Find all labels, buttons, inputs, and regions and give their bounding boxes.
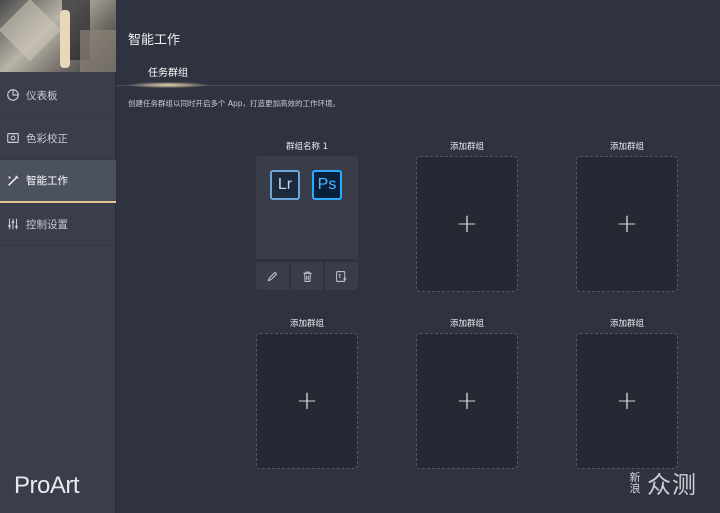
launch-icon	[336, 270, 347, 282]
sidebar: 仪表板 色彩校正 智能工作 控制设置 ProArt	[0, 0, 116, 513]
control-settings-icon	[4, 216, 22, 232]
launch-group-button[interactable]	[325, 262, 359, 290]
add-group-label: 添加群组	[609, 319, 644, 329]
group-toolbar	[256, 262, 359, 290]
plus-icon: +	[456, 386, 478, 416]
plus-icon: +	[296, 386, 318, 416]
color-calibration-icon	[4, 130, 22, 146]
task-group-card[interactable]: Lr Ps	[256, 156, 358, 259]
sidebar-item-label: 智能工作	[26, 175, 68, 187]
add-group-label: 添加群组	[289, 319, 324, 329]
group-name-label: 群组名称 1	[285, 142, 329, 152]
add-group-label: 添加群组	[449, 142, 484, 152]
watermark-text: 浪	[629, 481, 641, 495]
add-group-button[interactable]: +	[416, 333, 518, 469]
smart-work-icon	[4, 173, 22, 189]
add-group-label: 添加群组	[609, 142, 644, 152]
dashboard-icon	[4, 87, 22, 103]
add-group-button[interactable]: +	[256, 333, 358, 469]
tab-task-groups[interactable]: 任务群组	[129, 66, 207, 88]
sidebar-item-control-settings[interactable]: 控制设置	[0, 203, 116, 246]
delete-group-button[interactable]	[290, 262, 324, 290]
trash-icon	[302, 271, 312, 282]
page-title: 智能工作	[128, 33, 181, 48]
hero-artwork	[0, 0, 116, 72]
sidebar-nav: 仪表板 色彩校正 智能工作 控制设置	[0, 74, 116, 246]
lightroom-app-icon: Lr	[270, 170, 300, 200]
edit-group-button[interactable]	[256, 262, 289, 290]
watermark-text: 众测	[647, 471, 697, 499]
plus-icon: +	[616, 209, 638, 239]
proart-logo: ProArt	[14, 472, 80, 499]
add-group-label: 添加群组	[449, 319, 484, 329]
sidebar-item-dashboard[interactable]: 仪表板	[0, 74, 116, 117]
pencil-icon	[267, 271, 278, 281]
page-description: 创建任务群组以同时开启多个 App，打造更加高效的工作环境。	[128, 99, 341, 108]
add-group-button[interactable]: +	[576, 156, 678, 292]
sidebar-item-label: 仪表板	[26, 89, 58, 102]
watermark-text: 新	[629, 470, 641, 484]
main-content: 智能工作 任务群组 创建任务群组以同时开启多个 App，打造更加高效的工作环境。…	[117, 0, 720, 513]
plus-icon: +	[456, 209, 478, 239]
sina-watermark: 新 浪 众测	[629, 465, 697, 500]
tab-bar: 任务群组	[117, 62, 720, 88]
sidebar-item-smart-work[interactable]: 智能工作	[0, 160, 116, 203]
add-group-button[interactable]: +	[576, 333, 678, 469]
photoshop-app-icon: Ps	[312, 170, 342, 200]
sidebar-item-label: 色彩校正	[26, 132, 68, 145]
sidebar-item-label: 控制设置	[26, 218, 68, 231]
add-group-button[interactable]: +	[416, 156, 518, 292]
sidebar-item-color-calibration[interactable]: 色彩校正	[0, 117, 116, 160]
plus-icon: +	[616, 386, 638, 416]
